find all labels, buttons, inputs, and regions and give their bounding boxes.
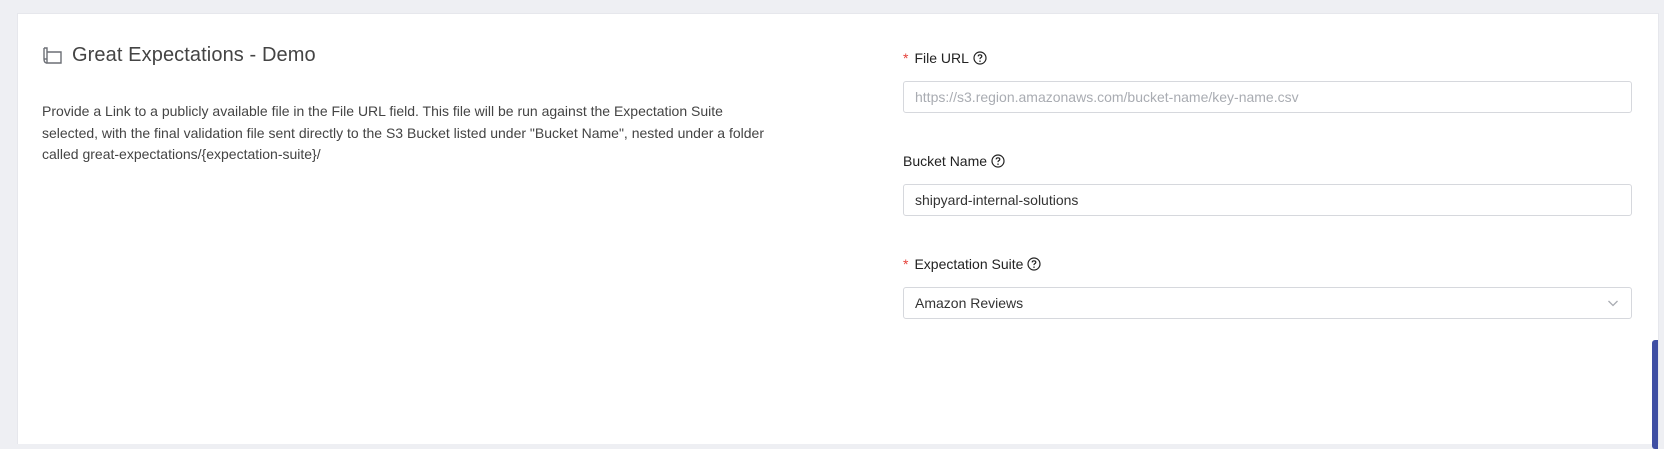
bucket-name-input[interactable] (903, 184, 1632, 216)
bucket-name-field-group: Bucket Name (903, 152, 1632, 216)
chevron-down-icon (1606, 296, 1620, 310)
expectation-suite-selected-value: Amazon Reviews (915, 295, 1024, 311)
description-text: Provide a Link to a publicly available f… (42, 103, 765, 162)
expectation-suite-select[interactable]: Amazon Reviews (903, 287, 1632, 319)
help-icon[interactable] (1027, 257, 1042, 271)
file-url-input[interactable] (903, 81, 1632, 113)
file-url-label: File URL (914, 50, 969, 66)
page-header: Great Expectations - Demo (42, 44, 316, 67)
expectation-suite-field-group: * Expectation Suite Amazon Reviews (903, 255, 1632, 319)
bucket-name-label-row: Bucket Name (903, 152, 1632, 170)
scrollbar-thumb[interactable] (1652, 340, 1658, 449)
expectation-suite-label-row: * Expectation Suite (903, 255, 1632, 273)
help-icon[interactable] (991, 154, 1005, 168)
page-title: Great Expectations - Demo (72, 44, 316, 66)
expectation-suite-label: Expectation Suite (914, 256, 1024, 272)
file-url-label-row: * File URL (903, 49, 1632, 67)
scroll-icon (42, 45, 64, 67)
file-url-field-group: * File URL (903, 49, 1632, 113)
required-marker: * (903, 50, 909, 66)
help-icon[interactable] (973, 51, 987, 65)
bucket-name-label: Bucket Name (903, 153, 988, 169)
required-marker: * (903, 256, 909, 272)
